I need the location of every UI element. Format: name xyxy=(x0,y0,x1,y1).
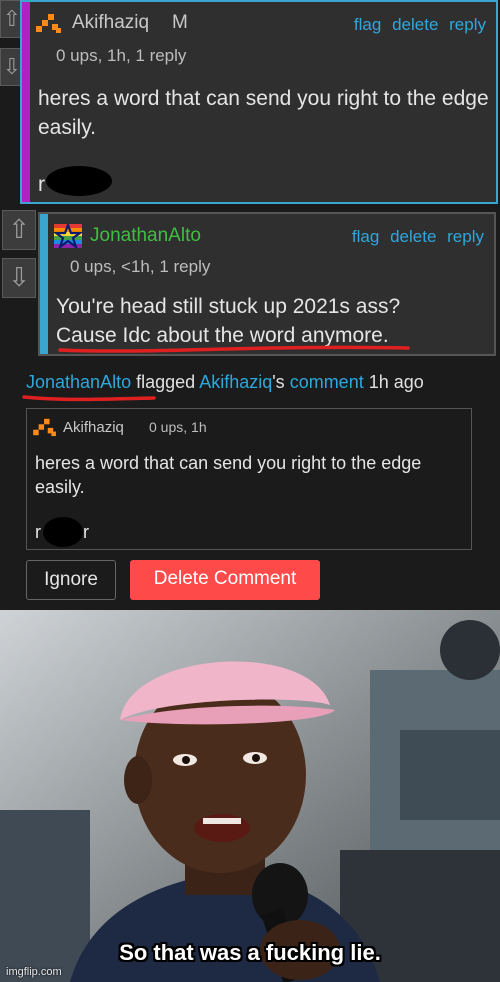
user-avatar-icon xyxy=(33,418,56,437)
imgflip-watermark: imgflip.com xyxy=(6,966,62,978)
flagged-text: flagged xyxy=(136,372,196,392)
comment-actions: flag delete reply xyxy=(348,15,486,35)
quoted-meta: 0 ups, 1h xyxy=(149,419,207,435)
red-underline-annotation xyxy=(22,395,156,402)
comment-body-line1: You're head still stuck up 2021s ass? xyxy=(56,295,401,318)
comment-meta: 0 ups, 1h, 1 reply xyxy=(56,46,187,65)
ignore-button[interactable]: Ignore xyxy=(26,560,116,600)
comment-accent-bar xyxy=(22,2,30,202)
flag-link[interactable]: flag xyxy=(354,15,381,34)
delete-link[interactable]: delete xyxy=(392,15,438,34)
flag-notification: JonathanAlto flagged Akifhaziq's comment… xyxy=(0,360,500,610)
redacted-end: r xyxy=(83,522,89,542)
meme-photo-illustration xyxy=(0,610,500,982)
delete-link[interactable]: delete xyxy=(390,227,436,246)
comment-akifhaziq: Akifhaziq M flag delete reply 0 ups, 1h,… xyxy=(20,0,498,204)
redaction-blot xyxy=(46,166,112,196)
flag-notice-line: JonathanAlto flagged Akifhaziq's comment… xyxy=(26,372,424,393)
comment-link[interactable]: comment xyxy=(290,372,364,392)
meme-image: So that was a fucking lie. imgflip.com xyxy=(0,610,500,982)
possessive-text: 's xyxy=(272,372,285,392)
meme-caption: So that was a fucking lie. xyxy=(119,940,381,965)
comment-body: heres a word that can send you right to … xyxy=(38,87,489,139)
quoted-body: heres a word that can send you right to … xyxy=(35,453,422,497)
quoted-comment: Akifhaziq 0 ups, 1h heres a word that ca… xyxy=(26,408,472,550)
comment-username[interactable]: Akifhaziq xyxy=(72,12,149,34)
delete-comment-button[interactable]: Delete Comment xyxy=(130,560,320,600)
comment-username[interactable]: JonathanAlto xyxy=(90,225,201,247)
quoted-username[interactable]: Akifhaziq xyxy=(63,419,124,436)
mod-badge: M xyxy=(172,12,188,33)
reply-link[interactable]: reply xyxy=(447,227,484,246)
redacted-word-start: r xyxy=(38,173,45,196)
red-underline-annotation xyxy=(58,345,410,353)
user-avatar-icon xyxy=(36,14,61,33)
comment-jonathanalto: JonathanAlto flag delete reply 0 ups, <1… xyxy=(38,212,496,356)
flag-time: 1h ago xyxy=(368,372,424,392)
reply-link[interactable]: reply xyxy=(449,15,486,34)
downvote-button[interactable]: ⇩ xyxy=(2,258,36,298)
target-user-link[interactable]: Akifhaziq xyxy=(199,372,272,392)
upvote-button[interactable]: ⇧ xyxy=(2,210,36,250)
redacted-start: r xyxy=(35,522,41,542)
comment-meta: 0 ups, <1h, 1 reply xyxy=(70,257,211,276)
flagger-link[interactable]: JonathanAlto xyxy=(26,372,131,392)
comment-actions: flag delete reply xyxy=(346,227,484,247)
redaction-blot xyxy=(43,517,83,547)
flag-link[interactable]: flag xyxy=(352,227,379,246)
comment-accent-bar xyxy=(40,214,48,354)
rainbow-star-avatar-icon xyxy=(54,224,82,248)
